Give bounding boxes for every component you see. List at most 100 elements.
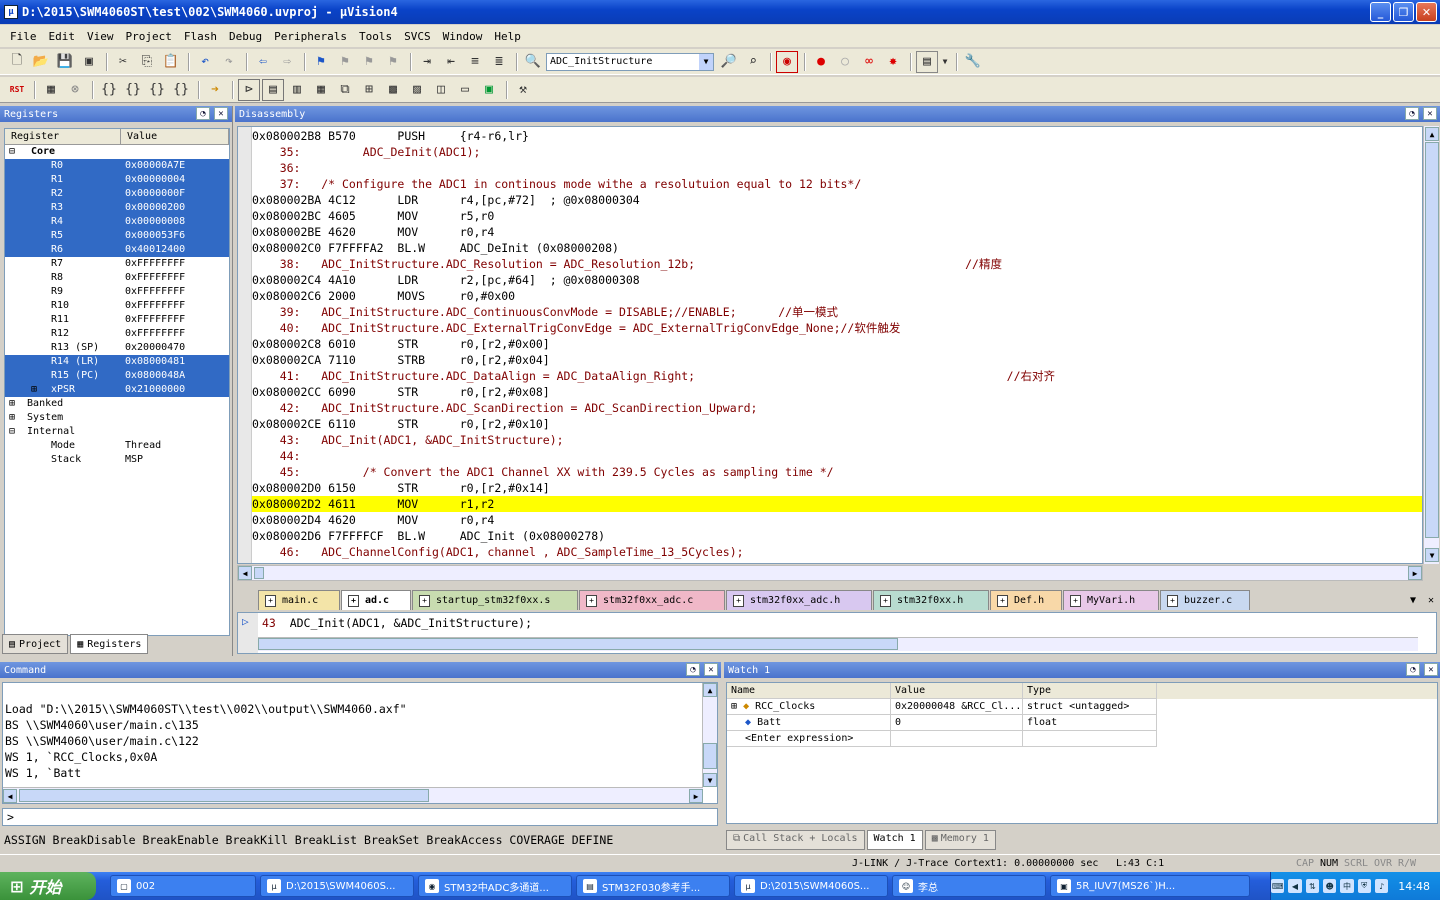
register-value[interactable]: 0x00000004 (125, 173, 229, 187)
watch-value[interactable]: 0x20000048 &RCC_Cl... (891, 699, 1023, 715)
nav-forward-icon[interactable]: ⇨ (276, 51, 298, 73)
register-row[interactable]: R15 (PC) 0x0800048A (5, 369, 229, 383)
asm-line[interactable]: 0x080002C8 6010 STR r0,[r2,#0x00] (252, 336, 1422, 352)
watch-name[interactable]: <Enter expression> (727, 731, 891, 747)
minimize-button[interactable]: _ (1370, 2, 1391, 22)
pin-icon[interactable]: ◔ (1405, 107, 1419, 120)
register-value[interactable]: 0xFFFFFFFF (125, 313, 185, 327)
register-row[interactable]: R2 0x0000000F (5, 187, 229, 201)
cut-icon[interactable]: ✂ (112, 51, 134, 73)
disassembly-vscroll[interactable]: ▲ ▼ (1423, 126, 1439, 564)
scroll-right-icon[interactable]: ▶ (1408, 566, 1422, 580)
register-value[interactable]: 0x20000470 (125, 341, 185, 355)
source-line[interactable]: 39: ADC_InitStructure.ADC_ContinuousConv… (252, 304, 1422, 320)
file-tab[interactable]: + buzzer.c (1160, 590, 1250, 610)
register-row-stack[interactable]: Stack MSP (5, 453, 229, 467)
register-value[interactable]: 0x00000200 (125, 201, 229, 215)
collapse-icon[interactable]: ⊟ (9, 145, 19, 159)
file-tab[interactable]: + startup_stm32f0xx.s (412, 590, 578, 610)
analysis-window-icon[interactable]: ◫ (430, 79, 452, 101)
col-value[interactable]: Value (891, 683, 1023, 699)
scroll-up-icon[interactable]: ▲ (703, 683, 717, 697)
paste-icon[interactable]: 📋 (160, 51, 182, 73)
watch-row-batt[interactable]: ◆ Batt 0 float (727, 715, 1437, 731)
file-tab[interactable]: + MyVari.h (1063, 590, 1159, 610)
copy-icon[interactable]: ⎘ (136, 51, 158, 73)
register-row-mode[interactable]: Mode Thread (5, 439, 229, 453)
asm-line[interactable]: 0x080002D0 6150 STR r0,[r2,#0x14] (252, 480, 1422, 496)
expand-icon[interactable]: ⊞ (9, 397, 15, 411)
register-value[interactable]: 0xFFFFFFFF (125, 327, 185, 341)
source-line[interactable]: 40: ADC_InitStructure.ADC_ExternalTrigCo… (252, 320, 1422, 336)
source-line[interactable]: 42: ADC_InitStructure.ADC_ScanDirection … (252, 400, 1422, 416)
scroll-thumb[interactable] (258, 638, 898, 650)
step-over-icon[interactable]: {} (122, 79, 144, 101)
chevron-down-icon[interactable]: ▼ (699, 53, 713, 70)
watch-row-rcc-clocks[interactable]: ⊞ ◆ RCC_Clocks 0x20000048 &RCC_Cl... str… (727, 699, 1437, 715)
expand-icon[interactable]: ⊞ (731, 701, 737, 712)
source-editor[interactable]: ▷ 43 ADC_Init(ADC1, &ADC_InitStructure); (237, 612, 1437, 654)
symbols-window-icon[interactable]: ▥ (286, 79, 308, 101)
close-button[interactable]: ✕ (1416, 2, 1437, 22)
menu-item-edit[interactable]: Edit (43, 30, 82, 43)
debug-session-icon[interactable]: ◉ (776, 50, 798, 73)
scroll-up-icon[interactable]: ▲ (1425, 127, 1439, 141)
register-value[interactable]: 0x00000A7E (125, 159, 229, 173)
taskbar-button[interactable]: µ D:\2015\SWM4060S... (734, 875, 888, 897)
col-register[interactable]: Register (5, 129, 121, 144)
scroll-down-icon[interactable]: ▼ (703, 773, 717, 787)
tab-close-icon[interactable]: ✕ (1428, 595, 1434, 606)
taskbar-button[interactable]: ☺ 李总 (892, 875, 1046, 897)
file-tab[interactable]: + ad.c (341, 590, 411, 610)
bookmark-icon[interactable]: ⚑ (310, 51, 332, 73)
scroll-left-icon[interactable]: ◀ (238, 566, 252, 580)
register-value[interactable]: 0x0000000F (125, 187, 229, 201)
pin-icon[interactable]: ◔ (686, 663, 700, 676)
new-file-icon[interactable]: 🗋 (6, 51, 28, 73)
register-row[interactable]: R1 0x00000004 (5, 173, 229, 187)
run-icon[interactable]: ▦ (40, 79, 62, 101)
menu-item-window[interactable]: Window (437, 30, 489, 43)
register-row[interactable]: R5 0x000053F6 (5, 229, 229, 243)
window-layout-dropdown-icon[interactable]: ▼ (940, 51, 950, 73)
window-layout-icon[interactable]: ▤ (916, 50, 938, 73)
register-value[interactable]: 0xFFFFFFFF (125, 299, 185, 313)
register-row[interactable]: R4 0x00000008 (5, 215, 229, 229)
menu-item-debug[interactable]: Debug (223, 30, 268, 43)
breakpoint-icon[interactable]: ● (810, 51, 832, 73)
expand-icon[interactable]: ⊞ (9, 411, 15, 425)
watch-row-enter-expression[interactable]: <Enter expression> (727, 731, 1437, 747)
comment-icon[interactable]: ≡ (464, 51, 486, 73)
call-stack-window-icon[interactable]: ⧉ (334, 79, 356, 101)
asm-line[interactable]: 0x080002CC 6090 STR r0,[r2,#0x08] (252, 384, 1422, 400)
asm-line[interactable]: 0x080002C4 4A10 LDR r2,[pc,#64] ; @0x080… (252, 272, 1422, 288)
reset-icon[interactable]: RST (6, 79, 28, 101)
expand-icon[interactable]: ⊞ (31, 383, 37, 397)
network-icon[interactable]: ⇅ (1305, 879, 1319, 893)
disassembly-hscroll[interactable]: ◀ ▶ (237, 565, 1423, 581)
close-icon[interactable]: ✕ (1423, 107, 1437, 120)
asm-line[interactable]: 0x080002BC 4605 MOV r5,r0 (252, 208, 1422, 224)
taskbar-button[interactable]: ▤ STM32F030参考手... (576, 875, 730, 897)
pin-icon[interactable]: ◔ (196, 107, 210, 120)
menu-item-help[interactable]: Help (488, 30, 527, 43)
source-line[interactable]: 38: ADC_InitStructure.ADC_Resolution = A… (252, 256, 1422, 272)
tree-node-system[interactable]: ⊞ System (5, 411, 229, 425)
register-row[interactable]: R11 0xFFFFFFFF (5, 313, 229, 327)
ime-icon[interactable]: 中 (1340, 879, 1354, 893)
show-next-statement-icon[interactable]: ➔ (204, 79, 226, 101)
source-line[interactable]: 35: ADC_DeInit(ADC1); (252, 144, 1422, 160)
menu-item-flash[interactable]: Flash (178, 30, 223, 43)
file-tab[interactable]: + Def.h (990, 590, 1062, 610)
step-into-icon[interactable]: {} (98, 79, 120, 101)
menu-item-view[interactable]: View (81, 30, 120, 43)
menu-item-project[interactable]: Project (120, 30, 178, 43)
register-value[interactable]: 0x00000008 (125, 215, 229, 229)
register-row[interactable]: R0 0x00000A7E (5, 159, 229, 173)
breakpoint-kill-all-icon[interactable]: ✸ (882, 51, 904, 73)
editor-gutter[interactable]: ▷ (238, 613, 258, 653)
memory-window-icon[interactable]: ▩ (382, 79, 404, 101)
find-icon[interactable]: 🔎 (718, 51, 740, 73)
asm-line[interactable]: 0x080002CA 7110 STRB r0,[r2,#0x04] (252, 352, 1422, 368)
save-icon[interactable]: 💾 (54, 51, 76, 73)
